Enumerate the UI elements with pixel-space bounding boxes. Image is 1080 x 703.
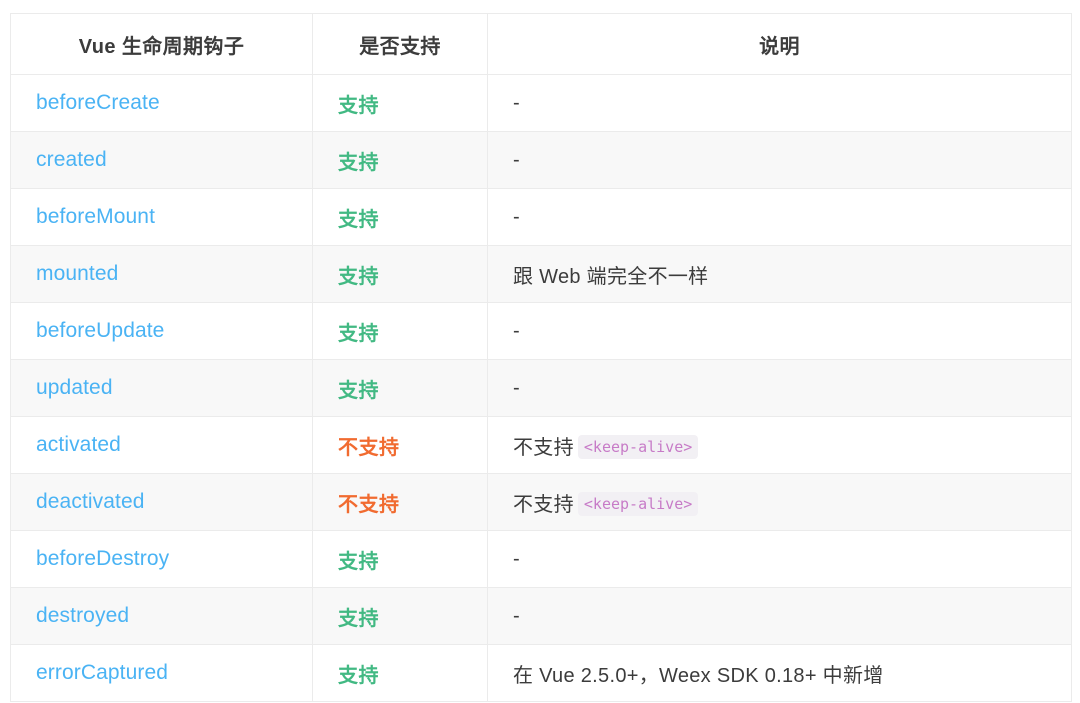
table-row: errorCaptured支持 在 Vue 2.5.0+，Weex SDK 0.1… <box>11 645 1072 702</box>
table-row: beforeCreate支持 - <box>11 75 1072 132</box>
table-row: beforeDestroy支持 - <box>11 531 1072 588</box>
description-text: - <box>513 605 520 627</box>
inline-code-tag: <keep-alive> <box>578 435 698 459</box>
description-text: - <box>513 92 520 114</box>
hook-name-link[interactable]: beforeDestroy <box>11 531 313 588</box>
description-cell: - <box>488 303 1072 360</box>
table-row: deactivated不支持不支持<keep-alive> <box>11 474 1072 531</box>
description-text: 不支持 <box>513 494 574 516</box>
hook-name-link[interactable]: beforeCreate <box>11 75 313 132</box>
compat-table-container: Vue 生命周期钩子 是否支持 说明 beforeCreate支持-create… <box>10 13 1071 702</box>
inline-code-tag: <keep-alive> <box>578 492 698 516</box>
hook-name-link[interactable]: beforeMount <box>11 189 313 246</box>
hook-name-link[interactable]: activated <box>11 417 313 474</box>
table-row: beforeUpdate支持 - <box>11 303 1072 360</box>
column-header-support: 是否支持 <box>313 14 488 75</box>
table-row: created支持 - <box>11 132 1072 189</box>
description-cell: 在 Vue 2.5.0+，Weex SDK 0.18+ 中新增 <box>488 645 1072 702</box>
table-row: destroyed支持 - <box>11 588 1072 645</box>
description-cell: - <box>488 588 1072 645</box>
hook-name-link[interactable]: updated <box>11 360 313 417</box>
support-status-supported: 支持 <box>313 189 488 246</box>
table-row: beforeMount支持 - <box>11 189 1072 246</box>
table-header-row: Vue 生命周期钩子 是否支持 说明 <box>11 14 1072 75</box>
description-cell: 跟 Web 端完全不一样 <box>488 246 1072 303</box>
hook-name-link[interactable]: deactivated <box>11 474 313 531</box>
description-text: - <box>513 206 520 228</box>
description-text: - <box>513 149 520 171</box>
table-row: mounted支持 跟 Web 端完全不一样 <box>11 246 1072 303</box>
support-status-unsupported: 不支持 <box>313 474 488 531</box>
description-cell: - <box>488 75 1072 132</box>
column-header-desc: 说明 <box>488 14 1072 75</box>
description-cell: - <box>488 360 1072 417</box>
hook-name-link[interactable]: mounted <box>11 246 313 303</box>
hook-name-link[interactable]: beforeUpdate <box>11 303 313 360</box>
lifecycle-support-table: Vue 生命周期钩子 是否支持 说明 beforeCreate支持-create… <box>10 13 1072 702</box>
description-cell: - <box>488 132 1072 189</box>
description-cell: 不支持<keep-alive> <box>488 417 1072 474</box>
description-text: 在 Vue 2.5.0+，Weex SDK 0.18+ 中新增 <box>513 665 884 687</box>
description-text: - <box>513 320 520 342</box>
description-text: 跟 Web 端完全不一样 <box>513 266 708 288</box>
description-cell: - <box>488 531 1072 588</box>
table-header: Vue 生命周期钩子 是否支持 说明 <box>11 14 1072 75</box>
support-status-supported: 支持 <box>313 75 488 132</box>
support-status-supported: 支持 <box>313 303 488 360</box>
description-text: - <box>513 548 520 570</box>
support-status-supported: 支持 <box>313 246 488 303</box>
support-status-unsupported: 不支持 <box>313 417 488 474</box>
description-text: 不支持 <box>513 437 574 459</box>
support-status-supported: 支持 <box>313 132 488 189</box>
hook-name-link[interactable]: destroyed <box>11 588 313 645</box>
column-header-hook: Vue 生命周期钩子 <box>11 14 313 75</box>
support-status-supported: 支持 <box>313 588 488 645</box>
description-cell: 不支持<keep-alive> <box>488 474 1072 531</box>
page-root: Vue 生命周期钩子 是否支持 说明 beforeCreate支持-create… <box>0 0 1080 703</box>
hook-name-link[interactable]: created <box>11 132 313 189</box>
hook-name-link[interactable]: errorCaptured <box>11 645 313 702</box>
table-body: beforeCreate支持-created支持-beforeMount支持-m… <box>11 75 1072 702</box>
description-text: - <box>513 377 520 399</box>
table-row: activated不支持不支持<keep-alive> <box>11 417 1072 474</box>
support-status-supported: 支持 <box>313 531 488 588</box>
support-status-supported: 支持 <box>313 360 488 417</box>
table-row: updated支持 - <box>11 360 1072 417</box>
description-cell: - <box>488 189 1072 246</box>
support-status-supported: 支持 <box>313 645 488 702</box>
